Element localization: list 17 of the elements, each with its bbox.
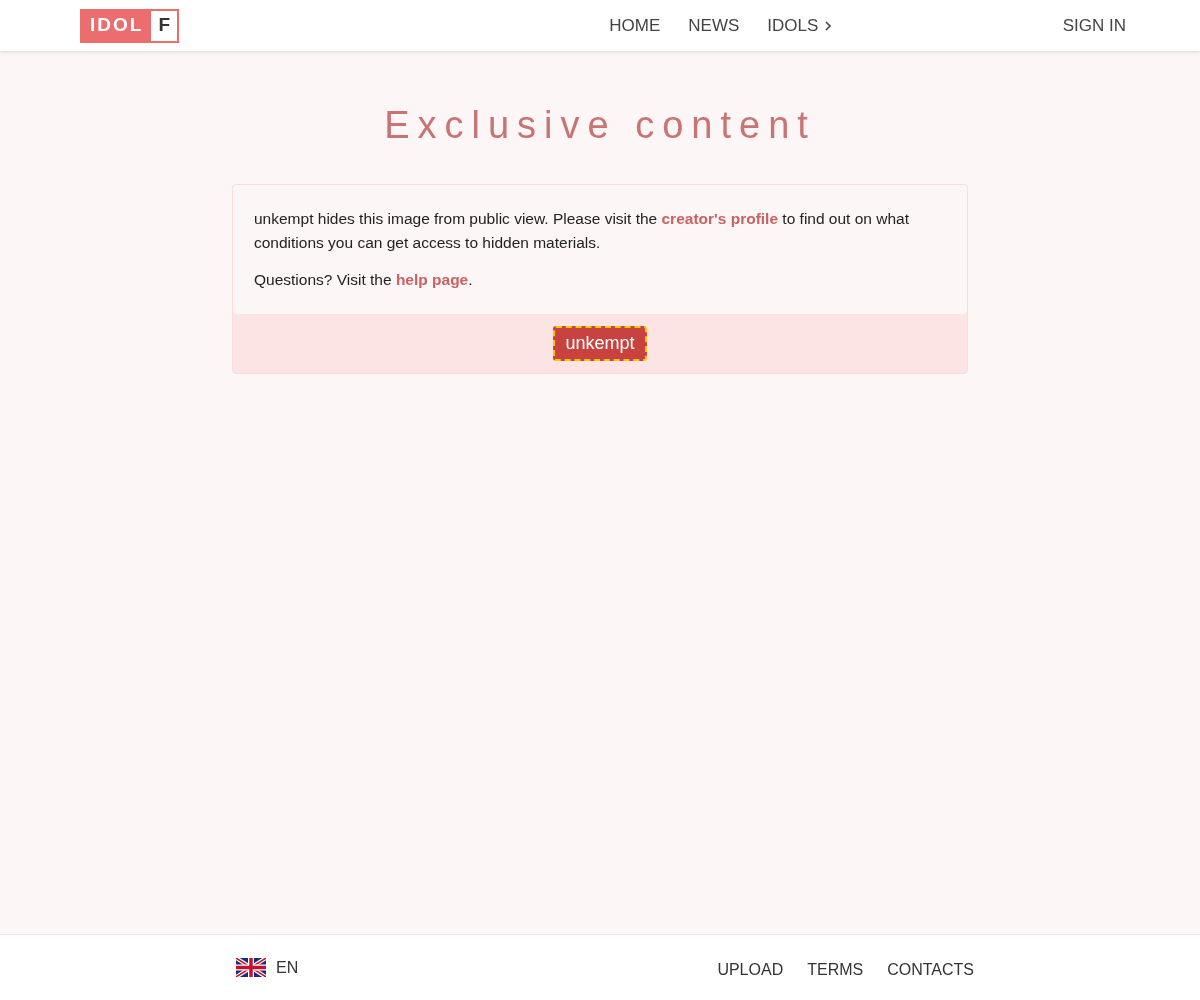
nav-link[interactable]: NEWS [688, 12, 740, 39]
sign-in-link[interactable]: SIGN IN [1062, 12, 1126, 39]
language-label[interactable]: EN [276, 955, 299, 980]
footer-link[interactable]: CONTACTS [887, 957, 974, 982]
footer-link[interactable]: TERMS [807, 957, 864, 982]
notice-text: unkempt hides this image from public view. Please visit the creator's profile to find out on what conditions you can get access to hidden materials. [254, 209, 910, 253]
nav-link[interactable]: HOME [609, 12, 661, 39]
logo-text: IDOL [82, 10, 152, 41]
text-link[interactable]: creator's profile [661, 210, 779, 227]
uk-flag-icon [236, 958, 266, 977]
nav-link[interactable]: IDOLS [767, 12, 833, 39]
notice-text: Questions? Visit the help page. [254, 270, 474, 290]
logo[interactable]: IDOL F [80, 8, 179, 43]
footer-link[interactable]: UPLOAD [717, 957, 784, 982]
creator-button[interactable]: unkempt [553, 326, 647, 361]
page-title: Exclusive content [384, 103, 816, 148]
text-link[interactable]: help page [395, 271, 469, 288]
